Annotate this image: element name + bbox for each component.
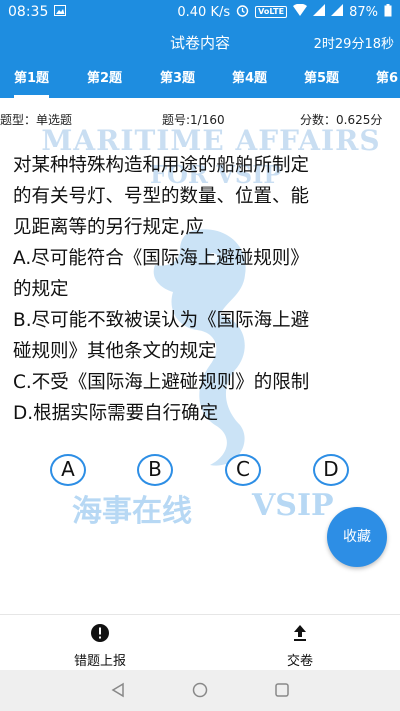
image-notification-icon (54, 4, 67, 20)
question-tab-bar[interactable]: 第1题 第2题 第3题 第4题 第5题 第6 (0, 62, 400, 98)
option-a-text-cont: 的规定 (13, 279, 69, 300)
report-error-button[interactable]: 错题上报 (64, 623, 136, 669)
app-header: 试卷内容 2时29分18秒 (0, 24, 400, 62)
watermark-brand-latin: VSIP (252, 488, 334, 523)
upload-icon (276, 623, 324, 647)
submit-exam-label: 交卷 (286, 654, 313, 669)
recents-nav-icon[interactable] (274, 682, 290, 702)
collect-button[interactable]: 收藏 (327, 507, 387, 567)
status-time: 08:35 (8, 4, 49, 20)
tab-question-5[interactable]: 第5题 (304, 62, 339, 98)
report-error-label: 错题上报 (73, 654, 126, 669)
wifi-signal-icon (293, 3, 308, 20)
watermark-brand: 海事在线 (72, 494, 192, 529)
option-b-text-cont: 碰规则》其他条文的规定 (13, 341, 217, 362)
answer-d-button[interactable]: D (313, 454, 349, 486)
volte-badge: VoLTE (255, 6, 288, 18)
option-a-text: A.尽可能符合《国际海上避碰规则》 (13, 248, 309, 269)
question-info-row: 题型：单选题 题号:1/160 分数：0.625分 (0, 108, 400, 130)
countdown-timer: 2时29分18秒 (313, 37, 394, 52)
option-d-text: D.根据实际需要自行确定 (13, 403, 219, 424)
tab-question-2[interactable]: 第2题 (87, 62, 122, 98)
home-nav-icon[interactable] (192, 682, 208, 702)
question-body: 对某种特殊构造和用途的船舶所制定 的有关号灯、号型的数量、位置、能 见距离等的另… (13, 150, 393, 429)
alarm-icon (236, 4, 249, 21)
system-nav-bar (0, 670, 400, 711)
alert-circle-icon (64, 623, 136, 647)
option-b-text: B.尽可能不致被误认为《国际海上避 (13, 310, 310, 331)
question-number: 题号:1/160 (162, 113, 225, 127)
question-type: 题型：单选题 (0, 113, 73, 127)
option-c-text: C.不受《国际海上避碰规则》的限制 (13, 372, 310, 393)
tab-question-3[interactable]: 第3题 (160, 62, 195, 98)
battery-percent: 87% (349, 4, 378, 20)
cell-signal-icon (313, 4, 326, 20)
tab-question-6[interactable]: 第6 (376, 62, 398, 98)
question-line: 见距离等的另行规定,应 (13, 217, 204, 238)
answer-b-button[interactable]: B (137, 454, 173, 486)
question-line: 的有关号灯、号型的数量、位置、能 (13, 186, 310, 207)
question-line: 对某种特殊构造和用途的船舶所制定 (13, 155, 310, 176)
network-speed: 0.40 K/s (177, 4, 231, 20)
submit-exam-button[interactable]: 交卷 (276, 623, 324, 669)
answer-a-button[interactable]: A (50, 454, 86, 486)
question-score: 分数：0.625分 (300, 113, 383, 127)
back-nav-icon[interactable] (110, 682, 126, 702)
tab-question-1[interactable]: 第1题 (14, 62, 50, 98)
cell-signal-2-icon (331, 4, 344, 20)
battery-icon (384, 3, 392, 21)
answer-c-button[interactable]: C (225, 454, 261, 486)
bottom-action-bar: 错题上报 交卷 (0, 614, 400, 670)
tab-question-4[interactable]: 第4题 (232, 62, 267, 98)
status-bar: 08:35 0.40 K/s VoLTE 87% (0, 0, 400, 24)
